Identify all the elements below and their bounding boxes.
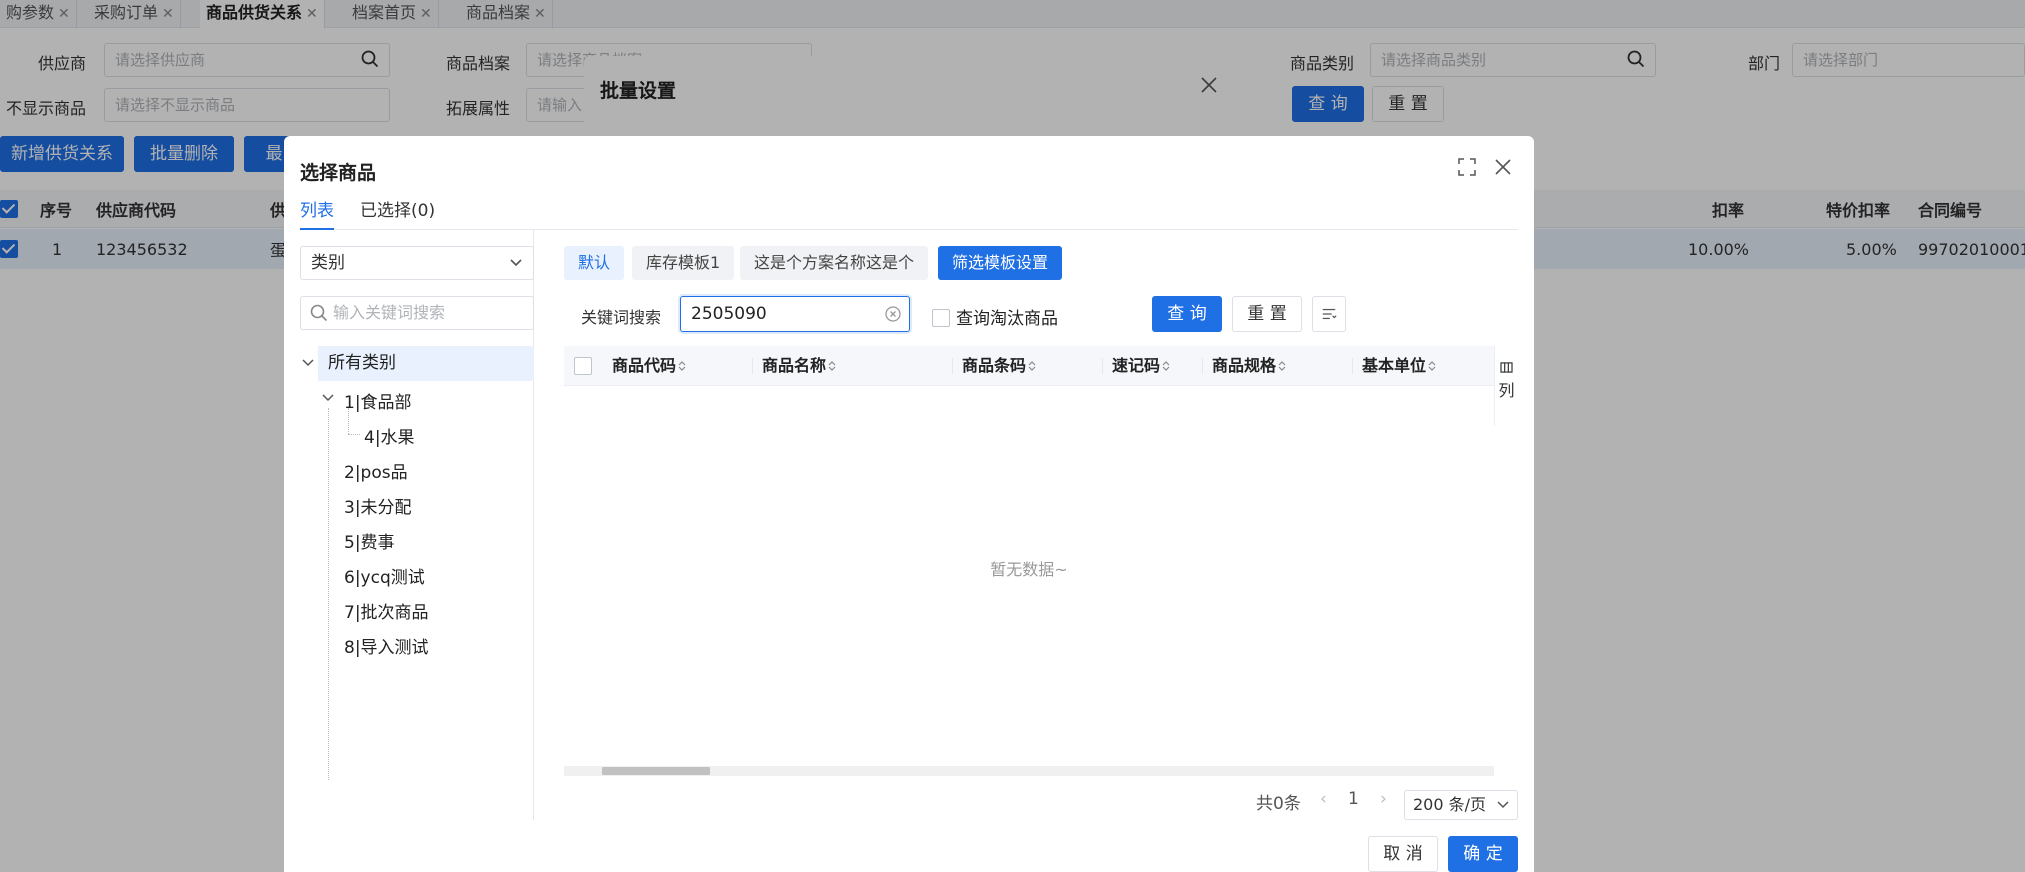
filter-template-settings-button[interactable]: 筛选模板设置 [938,246,1063,280]
col-product-name[interactable]: 商品名称 [762,346,836,386]
close-icon[interactable] [1492,156,1514,178]
obsolete-label: 查询淘汰商品 [956,309,1058,329]
col-spec[interactable]: 商品规格 [1212,346,1286,386]
col-label: 基本单位 [1362,356,1427,375]
column-filter-button[interactable] [1312,296,1346,332]
chevron-down-icon[interactable] [302,358,314,368]
chevron-down-icon [1497,801,1509,809]
col-label: 商品代码 [612,356,677,375]
tree-node-fee[interactable]: 5|费事 [344,528,395,553]
select-product-dialog: 选择商品 列表 已选择(0) 类别 输入关键词搜索 所有类别 1|食品部 4|水… [284,136,1534,872]
columns-icon [1500,362,1513,373]
page-size-select[interactable]: 200 条/页 [1404,790,1518,820]
dialog-reset-button[interactable]: 重 置 [1232,296,1302,332]
col-label: 商品规格 [1212,356,1277,375]
col-shortcode[interactable]: 速记码 [1112,346,1170,386]
tree-connector [348,408,349,434]
sort-icon [1428,361,1436,371]
column-divider [752,358,753,374]
tree-connector [328,408,329,780]
tree-node-food[interactable]: 1|食品部 [344,388,412,413]
sort-icon [1278,361,1286,371]
pager-total: 共0条 [1256,794,1301,814]
dialog-title: 选择商品 [300,162,377,184]
keyword-value: 2505090 [691,304,767,324]
filter-tab-default[interactable]: 默认 [564,246,625,280]
header-checkbox[interactable] [574,346,598,386]
col-label: 速记码 [1112,356,1161,375]
column-settings-label: 列 [1498,381,1515,400]
tab-selected[interactable]: 已选择(0) [360,198,435,224]
product-grid: 商品代码 商品名称 商品条码 速记码 商品规格 基本单位 暂无数据~ [564,346,1494,778]
dialog-tabs: 列表 已选择(0) [300,198,1518,230]
next-page-icon[interactable]: › [1380,789,1387,809]
horizontal-scrollbar[interactable] [564,766,1494,776]
column-divider [952,358,953,374]
tree-node-ycq[interactable]: 6|ycq测试 [344,563,425,588]
pager-current[interactable]: 1 [1348,789,1359,809]
column-divider [1102,358,1103,374]
checkbox-icon [574,357,592,375]
sort-icon [828,361,836,371]
tree-node-unassigned[interactable]: 3|未分配 [344,493,412,518]
list-settings-icon [1322,308,1337,320]
clear-icon[interactable] [885,306,901,322]
col-product-code[interactable]: 商品代码 [612,346,686,386]
tree-root-all[interactable]: 所有类别 [318,346,534,381]
keyword-label: 关键词搜索 [581,308,662,327]
search-icon [310,304,328,322]
tab-list[interactable]: 列表 [300,198,334,230]
keyword-input[interactable]: 2505090 [680,296,910,332]
sort-icon [678,361,686,371]
scrollbar-thumb[interactable] [602,767,710,775]
empty-state-text: 暂无数据~ [990,560,1068,579]
col-label: 商品条码 [962,356,1027,375]
maximize-icon[interactable] [1458,158,1476,176]
grid-header: 商品代码 商品名称 商品条码 速记码 商品规格 基本单位 [564,346,1494,386]
tree-node-batch[interactable]: 7|批次商品 [344,598,429,623]
tree-node-fruit[interactable]: 4|水果 [364,423,415,448]
prev-page-icon[interactable]: ‹ [1320,789,1327,809]
filter-tab-scheme[interactable]: 这是个方案名称这是个 [740,246,929,280]
obsolete-product-checkbox[interactable]: 查询淘汰商品 [932,304,1058,329]
sort-icon [1028,361,1036,371]
tree-connector [348,434,360,435]
filter-tab-stock-template[interactable]: 库存模板1 [632,246,735,280]
column-divider [1352,358,1353,374]
checkbox-icon [932,309,950,327]
tree-node-import[interactable]: 8|导入测试 [344,633,429,658]
col-label: 商品名称 [762,356,827,375]
chevron-down-icon[interactable] [322,393,334,403]
dialog-query-button[interactable]: 查 询 [1152,296,1222,332]
category-type-value: 类别 [311,253,345,273]
chevron-down-icon [510,259,522,267]
category-search-placeholder: 输入关键词搜索 [333,303,446,322]
col-barcode[interactable]: 商品条码 [962,346,1036,386]
category-type-select[interactable]: 类别 [300,246,534,280]
cancel-button[interactable]: 取 消 [1368,836,1438,872]
category-search-input[interactable]: 输入关键词搜索 [300,296,534,330]
tree-node-pos[interactable]: 2|pos品 [344,458,408,483]
page-size-value: 200 条/页 [1413,795,1487,814]
col-base-unit[interactable]: 基本单位 [1362,346,1436,386]
sort-icon [1162,361,1170,371]
column-divider [1202,358,1203,374]
confirm-button[interactable]: 确 定 [1448,836,1518,872]
column-settings-button[interactable]: 列 [1494,346,1518,426]
